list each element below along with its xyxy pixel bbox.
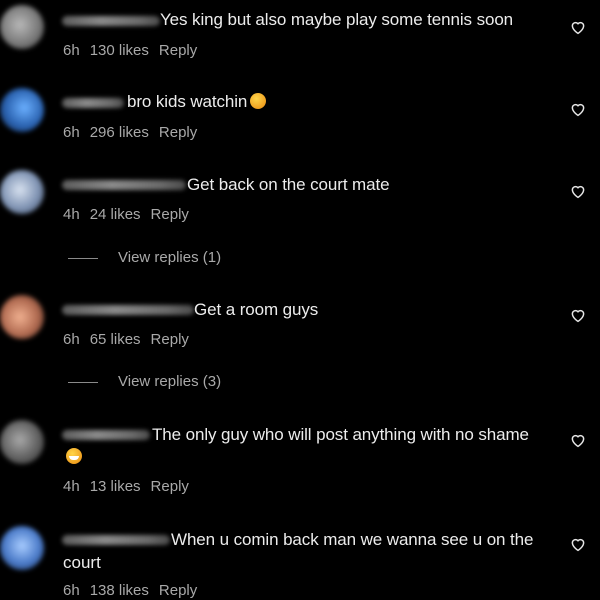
view-replies-link[interactable]: View replies (1) bbox=[68, 249, 221, 266]
username-redacted bbox=[62, 305, 194, 315]
avatar[interactable] bbox=[0, 5, 44, 49]
comment-time: 6h bbox=[63, 124, 80, 141]
comment-time: 6h bbox=[63, 582, 80, 599]
comment-likes[interactable]: 296 likes bbox=[90, 124, 149, 141]
username-redacted bbox=[62, 98, 124, 108]
comment-meta: 6h 130 likes Reply bbox=[63, 42, 197, 59]
comment-likes[interactable]: 138 likes bbox=[90, 582, 149, 599]
comment-text: bro kids watchin bbox=[127, 92, 267, 112]
comment-likes[interactable]: 13 likes bbox=[90, 478, 141, 495]
comment-meta: 6h 296 likes Reply bbox=[63, 124, 197, 141]
comment-time: 6h bbox=[63, 331, 80, 348]
comment-likes[interactable]: 24 likes bbox=[90, 206, 141, 223]
username-redacted bbox=[62, 180, 186, 190]
heart-outline-icon[interactable] bbox=[569, 535, 587, 553]
laughing-emoji-icon bbox=[66, 448, 82, 464]
username-redacted bbox=[62, 16, 160, 26]
comment-text: The only guy who will post anything with… bbox=[152, 425, 529, 444]
heart-outline-icon[interactable] bbox=[569, 100, 587, 118]
comment-text-body: bro kids watchin bbox=[127, 92, 248, 111]
avatar[interactable] bbox=[0, 295, 44, 339]
reply-button[interactable]: Reply bbox=[159, 42, 197, 59]
view-replies-label[interactable]: View replies (3) bbox=[118, 373, 221, 390]
comment-likes[interactable]: 130 likes bbox=[90, 42, 149, 59]
replies-divider bbox=[68, 381, 98, 383]
comment-meta: 6h 65 likes Reply bbox=[63, 331, 189, 348]
heart-outline-icon[interactable] bbox=[569, 18, 587, 36]
view-replies-label[interactable]: View replies (1) bbox=[118, 249, 221, 266]
comment-text: Get back on the court mate bbox=[187, 175, 390, 194]
avatar[interactable] bbox=[0, 170, 44, 214]
replies-divider bbox=[68, 257, 98, 259]
reply-button[interactable]: Reply bbox=[151, 331, 189, 348]
heart-outline-icon[interactable] bbox=[569, 182, 587, 200]
avatar[interactable] bbox=[0, 420, 44, 464]
comment-time: 4h bbox=[63, 478, 80, 495]
heart-outline-icon[interactable] bbox=[569, 431, 587, 449]
reply-button[interactable]: Reply bbox=[159, 124, 197, 141]
heart-outline-icon[interactable] bbox=[569, 306, 587, 324]
comment-time: 6h bbox=[63, 42, 80, 59]
reply-button[interactable]: Reply bbox=[151, 478, 189, 495]
username-redacted bbox=[62, 430, 150, 440]
comment-text-continued: court bbox=[63, 553, 101, 572]
comment-meta: 6h 138 likes Reply bbox=[63, 582, 197, 599]
comment-likes[interactable]: 65 likes bbox=[90, 331, 141, 348]
reply-button[interactable]: Reply bbox=[151, 206, 189, 223]
comment-meta: 4h 24 likes Reply bbox=[63, 206, 189, 223]
avatar[interactable] bbox=[0, 88, 44, 132]
comment-time: 4h bbox=[63, 206, 80, 223]
comment-text: Yes king but also maybe play some tennis… bbox=[160, 10, 514, 29]
view-replies-link[interactable]: View replies (3) bbox=[68, 373, 221, 390]
comment-text: When u comin back man we wanna see u on … bbox=[171, 530, 534, 549]
comment-text: Get a room guys bbox=[194, 300, 319, 319]
laughing-emoji-icon bbox=[250, 93, 267, 109]
avatar[interactable] bbox=[0, 526, 44, 570]
reply-button[interactable]: Reply bbox=[159, 582, 197, 599]
comment-meta: 4h 13 likes Reply bbox=[63, 478, 189, 495]
username-redacted bbox=[62, 535, 170, 545]
